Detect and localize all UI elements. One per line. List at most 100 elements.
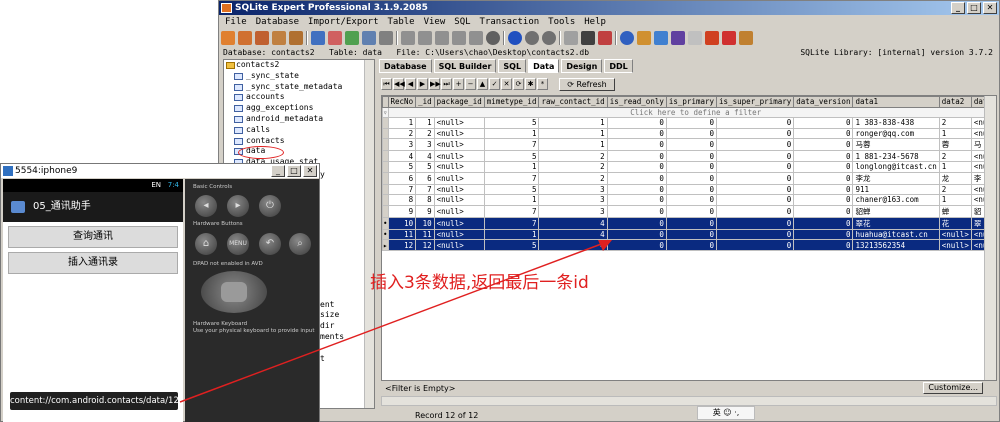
table-cell[interactable]: 3 bbox=[538, 194, 608, 206]
table-cell[interactable]: <null> bbox=[433, 150, 485, 162]
table-cell[interactable]: 蓉 bbox=[938, 138, 972, 152]
cancel-edit-button[interactable]: ✕ bbox=[501, 78, 512, 90]
emulator-maximize-button[interactable]: □ bbox=[287, 165, 301, 177]
table-cell[interactable]: 0 bbox=[716, 160, 795, 173]
next-record-button[interactable]: ▶ bbox=[417, 78, 428, 90]
tree-item[interactable]: _sync_state_metadata bbox=[224, 82, 374, 93]
row-indicator[interactable]: ▸ bbox=[382, 239, 389, 251]
column-header[interactable]: is_super_primary bbox=[716, 96, 795, 108]
tree-item[interactable]: calls bbox=[224, 125, 374, 136]
table-cell[interactable]: <null> bbox=[433, 117, 485, 129]
table-cell[interactable]: 1 bbox=[938, 127, 972, 140]
table-cell[interactable]: 李龙 bbox=[852, 171, 940, 185]
new-database-icon[interactable] bbox=[221, 31, 235, 45]
table-row[interactable]: • 10 10 <null> 7 4 0 0 0 0 翠花花翠 bbox=[382, 216, 996, 230]
table-cell[interactable]: 3 bbox=[387, 138, 417, 152]
table-cell[interactable]: 2 bbox=[415, 127, 435, 140]
emulator-minimize-button[interactable]: _ bbox=[271, 165, 285, 177]
bookmark-icon[interactable] bbox=[722, 31, 736, 45]
menu-button[interactable]: MENU bbox=[227, 233, 249, 255]
sql-tool-3-icon[interactable] bbox=[435, 31, 449, 45]
table-cell[interactable]: 13213562354 bbox=[852, 239, 940, 251]
table-cell[interactable]: 花 bbox=[938, 216, 972, 230]
delete-record-button[interactable]: − bbox=[465, 78, 476, 90]
back-button-icon[interactable]: ↶ bbox=[259, 233, 281, 255]
table-cell[interactable]: 5 bbox=[415, 160, 435, 173]
filter-row[interactable]: ▿ Click here to define a filter bbox=[382, 106, 996, 119]
table-cell[interactable]: 2 bbox=[938, 183, 972, 196]
table-cell[interactable]: 0 bbox=[606, 194, 667, 206]
table-cell[interactable]: 1 383-838-438 bbox=[852, 117, 940, 129]
table-cell[interactable]: 4 bbox=[538, 228, 608, 241]
row-indicator[interactable]: • bbox=[382, 216, 389, 230]
table-cell[interactable]: 0 bbox=[793, 216, 854, 230]
filter-icon[interactable] bbox=[581, 31, 595, 45]
table-cell[interactable]: 9 bbox=[415, 204, 435, 218]
tab-sql-builder[interactable]: SQL Builder bbox=[433, 59, 497, 73]
column-header[interactable]: raw_contact_id bbox=[538, 96, 608, 108]
settings-icon[interactable] bbox=[564, 31, 578, 45]
table-cell[interactable]: 1 bbox=[483, 228, 540, 241]
power-icon[interactable]: ⏻ bbox=[259, 195, 281, 217]
search-button-icon[interactable]: ⌕ bbox=[289, 233, 311, 255]
table-cell[interactable]: 0 bbox=[665, 204, 718, 218]
table-cell[interactable]: 1 bbox=[483, 160, 540, 173]
table-cell[interactable]: 0 bbox=[606, 183, 667, 196]
table-cell[interactable]: 1 bbox=[538, 127, 608, 140]
table-cell[interactable]: 0 bbox=[606, 171, 667, 185]
table-cell[interactable]: 0 bbox=[793, 171, 854, 185]
tree-item[interactable]: accounts bbox=[224, 92, 374, 103]
table-cell[interactable]: <null> bbox=[433, 160, 485, 173]
tree-item[interactable]: contacts bbox=[224, 136, 374, 147]
table-cell[interactable]: 0 bbox=[665, 216, 718, 230]
last-record-button[interactable]: ⏭ bbox=[441, 78, 452, 90]
table-row[interactable]: 44<null>5200001 881-234-56782<null> bbox=[382, 150, 996, 162]
table-cell[interactable]: <null> bbox=[938, 239, 972, 251]
table-cell[interactable]: 911 bbox=[852, 183, 940, 196]
table-cell[interactable]: <null> bbox=[433, 171, 485, 185]
new-index-icon[interactable] bbox=[345, 31, 359, 45]
ime-toolbar[interactable]: 英 ☺ ·, bbox=[697, 406, 755, 420]
menu-sql[interactable]: SQL bbox=[454, 16, 470, 28]
table-cell[interactable]: 0 bbox=[665, 150, 718, 162]
table-cell[interactable]: <null> bbox=[433, 239, 485, 251]
table-cell[interactable]: 7 bbox=[483, 138, 540, 152]
table-cell[interactable]: 0 bbox=[606, 160, 667, 173]
table-cell[interactable]: <null> bbox=[433, 127, 485, 140]
calendar-icon[interactable] bbox=[705, 31, 719, 45]
table-cell[interactable]: 2 bbox=[538, 171, 608, 185]
sql-tool-4-icon[interactable] bbox=[452, 31, 466, 45]
table-cell[interactable]: 0 bbox=[716, 150, 795, 162]
column-header[interactable]: is_read_only bbox=[606, 96, 667, 108]
column-header[interactable]: data_version bbox=[793, 96, 854, 108]
tab-data[interactable]: Data bbox=[528, 59, 560, 73]
table-cell[interactable]: 2 bbox=[538, 150, 608, 162]
table-cell[interactable]: <null> bbox=[433, 228, 485, 241]
table-cell[interactable]: 0 bbox=[716, 228, 795, 241]
table-row[interactable]: 3 3 <null> 7 1 0 0 0 0 马蓉蓉马 bbox=[382, 138, 996, 152]
tab-database[interactable]: Database bbox=[379, 59, 432, 73]
help-icon[interactable] bbox=[620, 31, 634, 45]
table-cell[interactable]: 7 bbox=[483, 204, 540, 218]
table-cell[interactable]: 1 bbox=[938, 160, 972, 173]
table-cell[interactable]: 5 bbox=[483, 150, 540, 162]
table-cell[interactable]: 6 bbox=[387, 171, 417, 185]
table-cell[interactable]: 4 bbox=[538, 216, 608, 230]
column-header[interactable]: data1 bbox=[852, 96, 940, 108]
table-cell[interactable]: 8 bbox=[387, 194, 417, 206]
table-cell[interactable]: <null> bbox=[433, 194, 485, 206]
next-page-button[interactable]: ▶▶ bbox=[429, 78, 441, 90]
menu-file[interactable]: File bbox=[225, 16, 247, 28]
home-button-icon[interactable]: ⌂ bbox=[195, 233, 217, 255]
table-cell[interactable]: ronger@qq.com bbox=[852, 127, 940, 140]
table-cell[interactable]: 0 bbox=[665, 183, 718, 196]
table-row[interactable]: 22<null>110000ronger@qq.com1<null> bbox=[382, 127, 996, 140]
table-cell[interactable]: <null> bbox=[433, 204, 485, 218]
table-cell[interactable]: <null> bbox=[433, 216, 485, 230]
table-cell[interactable]: 7 bbox=[483, 216, 540, 230]
edit-record-button[interactable]: ▲ bbox=[477, 78, 488, 90]
table-cell[interactable]: 0 bbox=[716, 117, 795, 129]
new-trigger-icon[interactable] bbox=[362, 31, 376, 45]
mail-icon[interactable] bbox=[688, 31, 702, 45]
sql-tool-2-icon[interactable] bbox=[418, 31, 432, 45]
